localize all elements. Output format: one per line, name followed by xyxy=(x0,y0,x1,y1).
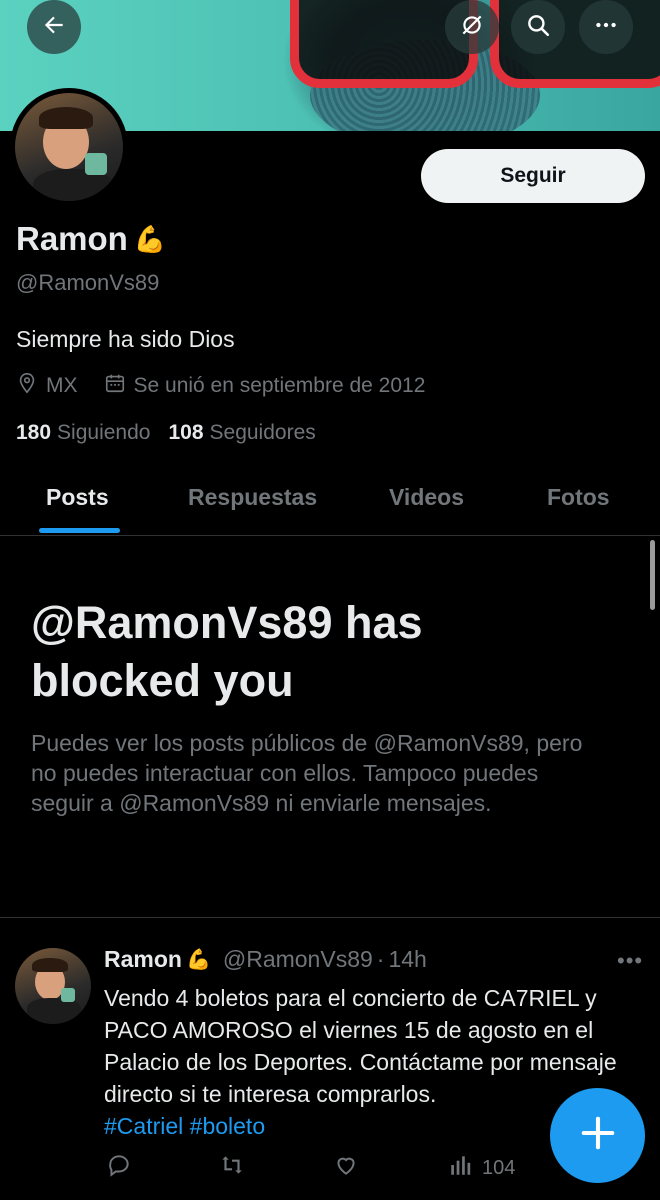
bar-chart-icon xyxy=(448,1152,474,1184)
profile-name: Ramon 💪 xyxy=(16,220,166,258)
back-button[interactable] xyxy=(27,0,81,54)
location-item: MX xyxy=(16,372,78,400)
profile-avatar[interactable] xyxy=(10,88,128,206)
post-author-emoji: 💪 xyxy=(185,949,211,971)
tab-posts[interactable]: Posts xyxy=(46,484,109,511)
post-more-button[interactable]: ••• xyxy=(617,948,643,974)
repost-button[interactable] xyxy=(219,1152,245,1184)
more-options-button[interactable] xyxy=(579,0,633,54)
flexed-biceps-emoji: 💪 xyxy=(133,223,167,254)
followers-label: Seguidores xyxy=(209,421,316,444)
tab-respuestas[interactable]: Respuestas xyxy=(188,484,317,511)
post-avatar-hair xyxy=(32,958,68,972)
following-count: 180 xyxy=(16,421,52,444)
views-button[interactable]: 104 xyxy=(448,1152,515,1184)
profile-meta: MX Se unió en septiembre de 2012 xyxy=(16,372,451,400)
joined-text: Se unió en septiembre de 2012 xyxy=(133,374,426,397)
profile-handle: @RamonVs89 xyxy=(16,270,160,295)
avatar-hair xyxy=(39,107,93,129)
post-avatar-shirt xyxy=(27,998,81,1024)
blocked-message: Puedes ver los posts públicos de @RamonV… xyxy=(31,730,583,816)
following-label: Siguiendo xyxy=(57,421,151,444)
active-tab-indicator xyxy=(39,528,120,533)
following-link[interactable]: 180 Siguiendo xyxy=(16,421,150,445)
tab-videos[interactable]: Videos xyxy=(389,484,464,511)
reply-icon xyxy=(106,1152,132,1184)
follow-button[interactable]: Seguir xyxy=(421,149,645,203)
post-author-name[interactable]: Ramon xyxy=(104,946,182,973)
views-count: 104 xyxy=(482,1156,516,1179)
search-button[interactable] xyxy=(511,0,565,54)
more-icon xyxy=(593,12,619,43)
hashtag-catriel[interactable]: #Catriel xyxy=(104,1113,183,1139)
slashed-circle-icon xyxy=(459,12,485,43)
plus-icon xyxy=(579,1114,617,1157)
profile-bio: Siempre ha sido Dios xyxy=(16,326,235,352)
location-pin-icon xyxy=(16,372,38,400)
heart-icon xyxy=(333,1152,359,1184)
followers-link[interactable]: 108 Seguidores xyxy=(168,421,315,445)
compose-post-button[interactable] xyxy=(550,1088,645,1183)
repost-icon xyxy=(219,1152,245,1184)
avatar-object xyxy=(85,153,107,175)
divider xyxy=(0,917,660,918)
blocked-title: @RamonVs89 has blocked you xyxy=(31,597,423,706)
grok-button[interactable] xyxy=(445,0,499,54)
hashtag-boleto[interactable]: #boleto xyxy=(190,1113,265,1139)
post-avatar[interactable] xyxy=(15,948,91,1024)
scrollbar[interactable] xyxy=(650,540,655,610)
profile-tabs: Posts Respuestas Videos Fotos xyxy=(0,470,660,536)
post-separator: · xyxy=(376,946,385,972)
post-avatar-object xyxy=(61,988,75,1002)
post-body: Vendo 4 boletos para el concierto de CA7… xyxy=(104,985,617,1107)
joined-item: Se unió en septiembre de 2012 xyxy=(104,372,426,400)
profile-name-text: Ramon xyxy=(16,220,128,257)
calendar-icon xyxy=(104,372,126,400)
followers-count: 108 xyxy=(168,421,204,444)
post-header: Ramon 💪 @RamonVs89 · 14h xyxy=(104,946,427,973)
post-time[interactable]: 14h xyxy=(388,946,426,973)
reply-button[interactable] xyxy=(106,1152,132,1184)
location-text: MX xyxy=(46,374,78,397)
tab-fotos[interactable]: Fotos xyxy=(547,484,610,511)
back-arrow-icon xyxy=(41,12,67,43)
post-author-handle[interactable]: @RamonVs89 xyxy=(223,946,373,973)
profile-stats: 180 Siguiendo 108 Seguidores xyxy=(16,421,316,445)
like-button[interactable] xyxy=(333,1152,359,1184)
search-icon xyxy=(525,12,551,43)
